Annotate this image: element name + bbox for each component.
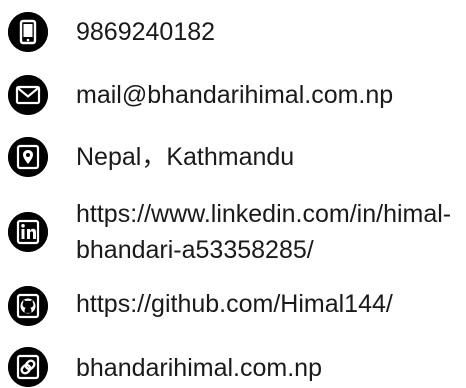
phone-link[interactable]: 9869240182 <box>76 14 215 50</box>
phone-icon <box>8 12 48 52</box>
linkedin-link[interactable]: https://www.linkedin.com/in/himal-bhanda… <box>76 196 461 268</box>
website-icon <box>8 347 48 387</box>
website-link[interactable]: bhandarihimal.com.np <box>76 350 322 386</box>
contact-item-linkedin: https://www.linkedin.com/in/himal-bhanda… <box>0 190 466 278</box>
contact-item-location: Nepal，Kathmandu <box>0 126 466 190</box>
github-link[interactable]: https://github.com/Himal144/ <box>76 286 393 322</box>
contact-item-email: mail@bhandarihimal.com.np <box>0 60 466 126</box>
contact-item-website: bhandarihimal.com.np <box>0 334 466 388</box>
contact-item-phone: 9869240182 <box>0 0 466 60</box>
github-icon <box>8 286 48 326</box>
location-icon <box>8 137 48 177</box>
contact-item-github: https://github.com/Himal144/ <box>0 278 466 334</box>
linkedin-icon <box>8 212 48 252</box>
email-link[interactable]: mail@bhandarihimal.com.np <box>76 77 393 113</box>
location-text: Nepal，Kathmandu <box>76 143 295 171</box>
email-icon <box>8 75 48 115</box>
